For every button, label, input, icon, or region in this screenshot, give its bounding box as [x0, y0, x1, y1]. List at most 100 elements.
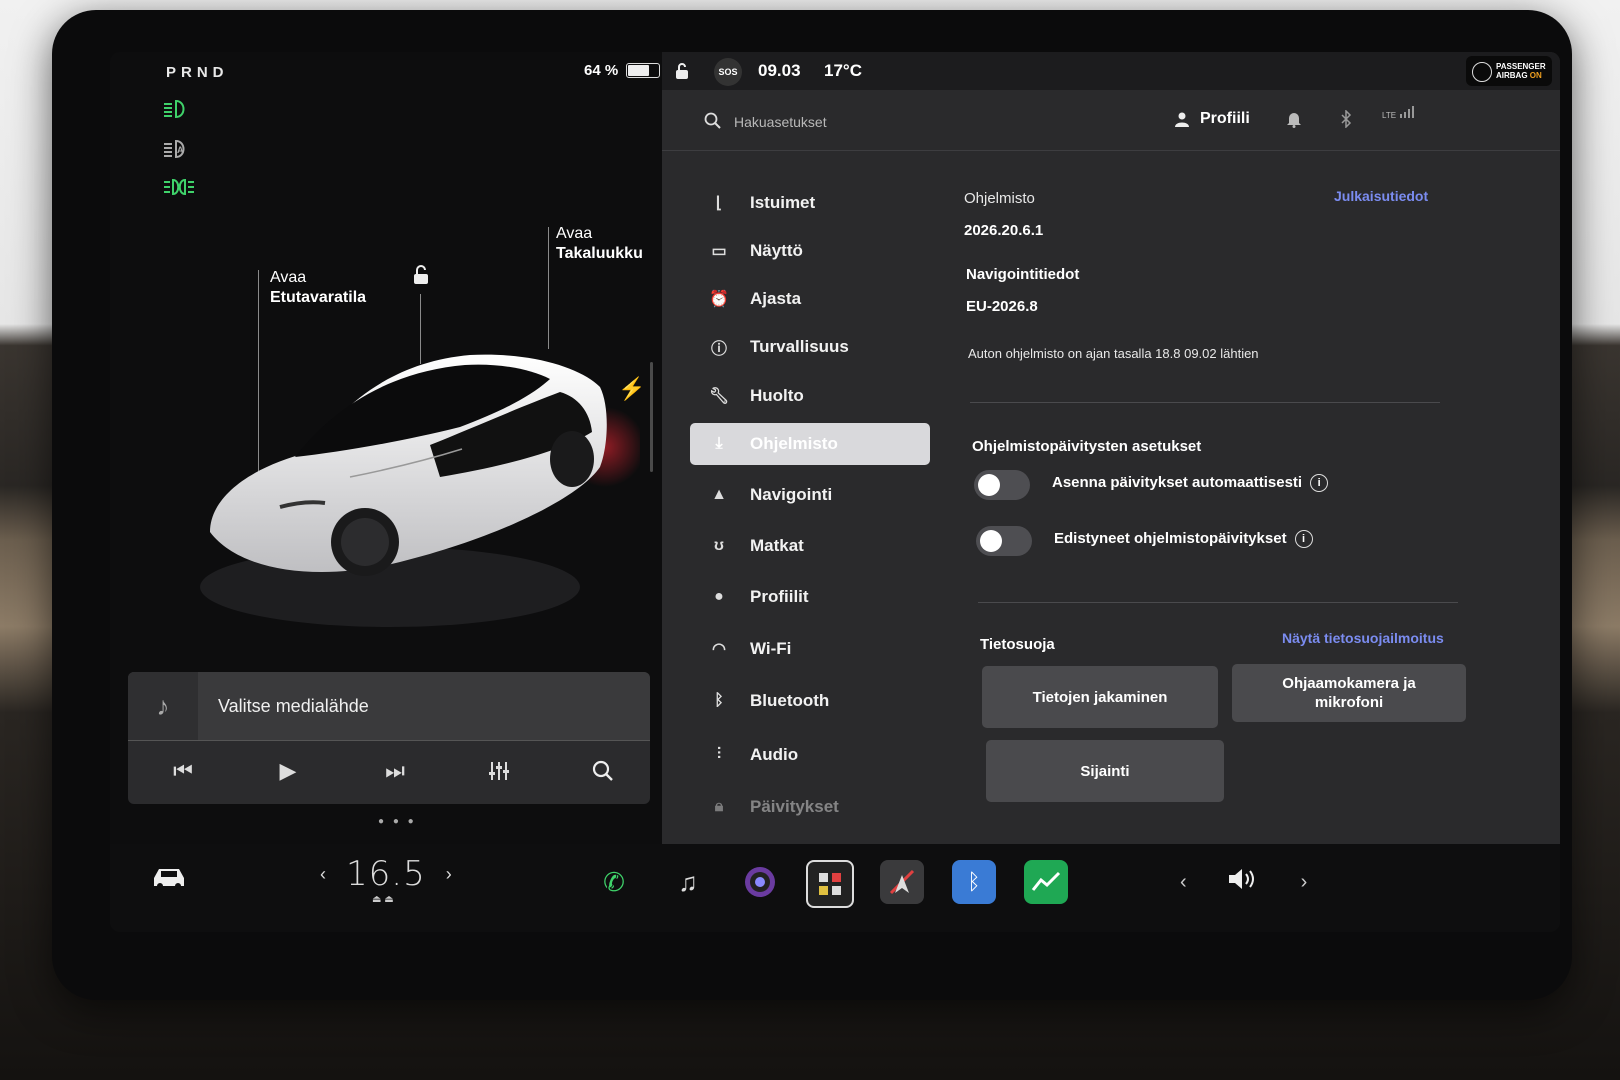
person-icon [1175, 112, 1189, 127]
equalizer-icon[interactable] [484, 756, 514, 786]
lte-signal-icon: LTE [1382, 106, 1416, 120]
car-icon[interactable] [150, 864, 190, 894]
lock-status-icon[interactable] [674, 62, 690, 79]
charge-port-icon[interactable]: ⚡ [618, 376, 645, 402]
open-trunk-callout[interactable]: Avaa Takaluukku [556, 224, 643, 264]
outside-temperature: 17°C [824, 61, 862, 80]
auto-update-label: Asenna päivitykset automaattisesti [1052, 474, 1303, 491]
profile-icon: ● [714, 588, 724, 605]
info-icon[interactable]: i [1294, 530, 1313, 549]
menu-item-safety[interactable]: ⓘ Turvallisuus [690, 326, 930, 368]
music-icon[interactable]: ♫ [666, 860, 710, 904]
media-search-icon[interactable] [588, 756, 618, 786]
media-source-row[interactable]: ♪ Valitse medialähde [128, 672, 650, 741]
navigation-app-icon[interactable] [880, 860, 924, 904]
music-note-icon: ♪ [128, 672, 198, 740]
menu-item-display[interactable]: ▭ Näyttö [690, 230, 930, 272]
battery-percent: 64 % [584, 62, 619, 79]
section-divider [970, 402, 1440, 403]
battery-level [628, 65, 649, 76]
menu-item-audio[interactable]: ⫶ Audio [690, 734, 930, 776]
download-icon: ⤓ [715, 435, 723, 452]
temp-up-icon[interactable]: › [446, 864, 452, 885]
software-section-label: Ohjelmisto [964, 190, 1035, 207]
profile-button[interactable]: Profiili [1174, 110, 1250, 128]
menu-item-software[interactable]: ⤓ Ohjelmisto [690, 423, 930, 465]
privacy-notice-link[interactable]: Näytä tietosuojailmoitus [1282, 630, 1444, 646]
bottom-dock: ‹ 16.5 › ⏏ ⏏ ✆ ♫ ᛒ ‹ › [110, 844, 1560, 932]
low-beam-icon[interactable] [162, 98, 192, 124]
open-frunk-line1: Avaa [270, 269, 307, 286]
fog-light-icon[interactable] [162, 176, 196, 202]
location-button[interactable]: Sijainti [986, 740, 1224, 802]
open-trunk-line2: Takaluukku [556, 245, 643, 262]
previous-track-icon[interactable]: ⏮ [168, 756, 198, 786]
passenger-airbag-status: PASSENGER AIRBAG ON [1466, 56, 1552, 86]
menu-item-navigation[interactable]: ▲ Navigointi [690, 474, 930, 516]
seat-heater-icon[interactable]: ⏏ ⏏ [372, 894, 394, 905]
svg-text:A: A [177, 145, 184, 155]
wifi-icon: ◠ [712, 641, 726, 658]
safety-icon: ⓘ [710, 341, 727, 358]
temp-down-icon[interactable]: ‹ [320, 864, 326, 885]
airbag-state: ON [1529, 71, 1542, 80]
play-icon[interactable]: ▶ [273, 756, 303, 786]
release-notes-link[interactable]: Julkaisutiedot [1334, 188, 1428, 204]
menu-item-profiles[interactable]: ● Profiilit [690, 576, 930, 618]
trips-icon: ʊ [714, 537, 724, 554]
settings-header: Profiili LTE [662, 92, 1560, 151]
unlock-icon[interactable] [410, 264, 430, 284]
navigation-icon: ▲ [711, 486, 727, 503]
next-track-icon[interactable]: ⏭ [380, 756, 410, 786]
wrench-icon: 🔧︎ [708, 388, 730, 405]
info-icon[interactable]: i [1310, 474, 1329, 493]
media-player: ♪ Valitse medialähde ⏮ ▶ ⏭ [128, 672, 650, 804]
menu-item-updates[interactable]: 🔒︎ Päivitykset [690, 786, 930, 828]
display-icon: ▭ [711, 243, 727, 260]
cabin-camera-button[interactable]: Ohjaamokamera ja mikrofoni [1232, 664, 1466, 722]
volume-down-icon[interactable]: ‹ [1180, 871, 1187, 894]
bluetooth-status-icon [1340, 109, 1352, 133]
menu-item-trips[interactable]: ʊ Matkat [690, 525, 930, 567]
clock: 09.03 [758, 61, 801, 80]
open-frunk-line2: Etutavaratila [270, 289, 367, 306]
settings-search-input[interactable] [732, 106, 1036, 138]
app-launcher-icon[interactable] [806, 860, 854, 908]
search-icon[interactable] [704, 112, 722, 135]
navigation-data-label: Navigointitiedot [966, 266, 1080, 283]
sos-button[interactable]: SOS [714, 58, 742, 86]
update-status-text: Auton ohjelmisto on ajan tasalla 18.8 09… [968, 346, 1259, 361]
menu-item-seats[interactable]: ⌊ Istuimet [690, 182, 930, 224]
camera-icon[interactable] [738, 860, 782, 904]
volume-up-icon[interactable]: › [1301, 871, 1308, 894]
gear-indicator: PRND [166, 64, 229, 81]
seat-icon: ⌊ [715, 195, 723, 212]
bluetooth-icon: ᛒ [714, 692, 724, 709]
airbag-line2: AIRBAG [1496, 71, 1530, 80]
trunk-leader-line [548, 227, 549, 349]
auto-update-toggle[interactable] [974, 470, 1030, 500]
menu-item-wifi[interactable]: ◠ Wi-Fi [690, 628, 930, 670]
profile-label: Profiili [1200, 110, 1250, 127]
menu-item-schedule[interactable]: ⏰ Ajasta [690, 278, 930, 320]
settings-panel: SOS 09.03 17°C PASSENGER AIRBAG ON Profi… [662, 52, 1560, 844]
battery-icon [626, 63, 661, 78]
open-frunk-callout[interactable]: Avaa Etutavaratila [270, 268, 366, 308]
toggle-knob [978, 474, 1000, 496]
media-source-label: Valitse medialähde [218, 696, 369, 716]
auto-update-row: Asenna päivitykset automaattisesti i [1052, 474, 1329, 493]
bell-icon[interactable] [1286, 110, 1302, 133]
energy-app-icon[interactable] [1024, 860, 1068, 904]
bluetooth-app-icon[interactable]: ᛒ [952, 860, 996, 904]
phone-icon[interactable]: ✆ [592, 860, 636, 904]
data-sharing-button[interactable]: Tietojen jakaminen [982, 666, 1218, 728]
menu-item-bluetooth[interactable]: ᛒ Bluetooth [690, 680, 930, 722]
airbag-icon [1472, 62, 1492, 82]
auto-high-beam-icon[interactable]: A [162, 138, 192, 164]
cabin-temperature[interactable]: 16.5 [346, 854, 426, 894]
left-scrollbar[interactable] [650, 362, 653, 472]
volume-icon[interactable] [1227, 866, 1261, 898]
menu-item-service[interactable]: 🔧︎ Huolto [690, 375, 930, 417]
advanced-updates-toggle[interactable] [976, 526, 1032, 556]
airbag-line1: PASSENGER [1496, 62, 1546, 71]
